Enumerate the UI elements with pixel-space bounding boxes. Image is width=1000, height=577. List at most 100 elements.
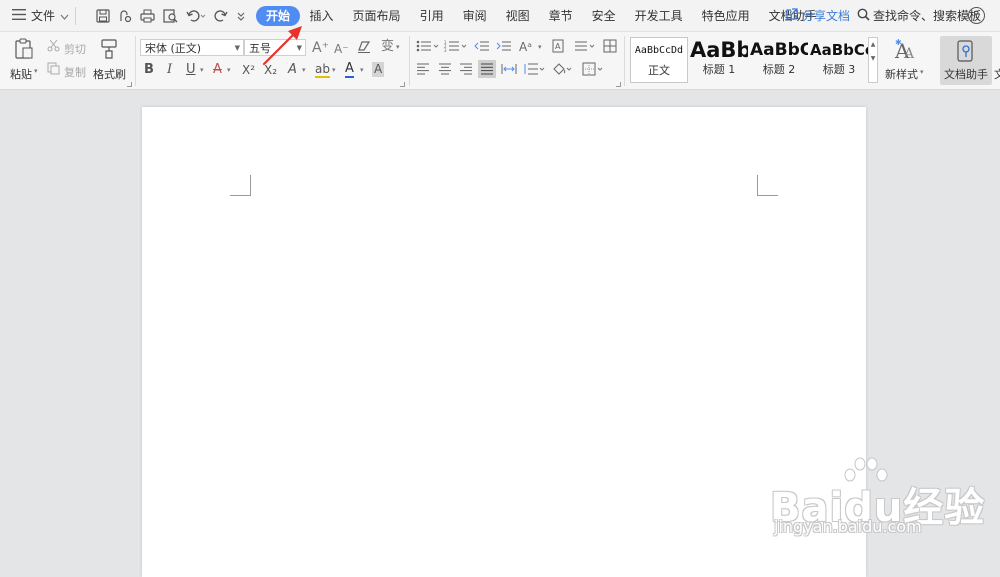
- style-label: 标题 1: [702, 63, 736, 76]
- chevron-down-icon[interactable]: ▾: [396, 43, 400, 51]
- align-left-icon[interactable]: [416, 63, 430, 80]
- underline-button[interactable]: U: [186, 62, 196, 78]
- distribute-icon[interactable]: [501, 63, 517, 80]
- tab-special-apps[interactable]: 特色应用: [692, 6, 759, 26]
- chevron-down-icon: [60, 9, 69, 23]
- font-color-button[interactable]: A: [345, 61, 354, 78]
- italic-button[interactable]: I: [167, 62, 172, 78]
- style-sample: AaBb: [690, 38, 748, 62]
- shading-icon[interactable]: [552, 62, 574, 81]
- help-icon[interactable]: ?: [968, 7, 985, 24]
- svg-text:3: 3: [444, 48, 447, 52]
- file-menu-button[interactable]: 文件: [12, 7, 69, 24]
- chevron-down-icon: ▼: [234, 44, 240, 52]
- styles-gallery: AaBbCcDd 正文 AaBb 标题 1 AaBbC 标题 2 AaBbCc …: [628, 37, 878, 83]
- bullet-list-icon[interactable]: [416, 40, 442, 57]
- superscript-button[interactable]: X²: [242, 62, 255, 78]
- tab-review[interactable]: 审阅: [453, 6, 496, 26]
- watermark-url: jingyan.baidu.com: [774, 517, 922, 536]
- paragraph-spacing-icon[interactable]: [523, 63, 545, 80]
- styles-gallery-scroll[interactable]: ▲ ▼: [868, 37, 878, 83]
- tab-developer[interactable]: 开发工具: [625, 6, 692, 26]
- chevron-down-icon[interactable]: ▾: [227, 66, 231, 74]
- format-painter-icon[interactable]: [99, 38, 119, 65]
- numbered-list-icon[interactable]: 123: [444, 40, 470, 57]
- style-sample: AaBbCcDd: [634, 45, 684, 56]
- annotation-arrow-icon: [262, 26, 302, 66]
- chevron-down-icon[interactable]: ▾: [200, 66, 204, 74]
- share-document-button[interactable]: 分享文档: [785, 0, 850, 31]
- align-center-icon[interactable]: [438, 63, 452, 80]
- style-normal[interactable]: AaBbCcDd 正文: [630, 37, 688, 83]
- clipboard-dialog-launcher[interactable]: [127, 82, 132, 87]
- undo-icon[interactable]: [186, 9, 206, 23]
- style-label: 标题 3: [822, 63, 856, 76]
- highlight-button[interactable]: ab: [315, 62, 330, 78]
- cut-button[interactable]: 剪切: [64, 41, 86, 57]
- font-dialog-launcher[interactable]: [400, 82, 405, 87]
- tab-chapter[interactable]: 章节: [539, 6, 582, 26]
- tab-page-layout[interactable]: 页面布局: [343, 6, 410, 26]
- paragraph-dialog-launcher[interactable]: [616, 82, 621, 87]
- menu-bar: 文件 开始 插入 页面布局 引用 审阅 视图 章节 安全 开发工具 特色应用 文…: [0, 0, 1000, 32]
- divider: [75, 6, 77, 25]
- copy-icon: [47, 62, 60, 80]
- style-heading-2[interactable]: AaBbC 标题 2: [750, 37, 808, 83]
- chevron-down-icon[interactable]: ▾: [332, 66, 336, 74]
- new-style-button[interactable]: 新样式: [885, 66, 918, 82]
- group-divider: [135, 36, 136, 86]
- change-case-icon[interactable]: Aᵃ: [519, 39, 532, 55]
- ribbon-home: 粘贴 ▾ 剪切 复制 格式刷 宋体 (正文) ▼ 五号 ▼ A⁺ A⁻ 变 ▾ …: [0, 32, 1000, 90]
- export-icon[interactable]: [118, 9, 132, 23]
- tab-view[interactable]: 视图: [496, 6, 539, 26]
- group-divider: [409, 36, 410, 86]
- shrink-font-icon[interactable]: A⁻: [334, 41, 349, 57]
- svg-text:A: A: [555, 42, 561, 51]
- tab-references[interactable]: 引用: [410, 6, 453, 26]
- ribbon-tabs: 开始 插入 页面布局 引用 审阅 视图 章节 安全 开发工具 特色应用 文档助手: [256, 5, 826, 26]
- format-painter-button[interactable]: 格式刷: [93, 66, 126, 82]
- strikethrough-button[interactable]: A: [213, 62, 222, 78]
- command-search[interactable]: 查找命令、搜索模板: [857, 0, 981, 31]
- tab-home[interactable]: 开始: [256, 5, 301, 26]
- customize-toolbar-icon[interactable]: [236, 10, 246, 22]
- justify-icon[interactable]: [478, 60, 496, 78]
- align-right-icon[interactable]: [459, 63, 473, 80]
- chevron-down-icon[interactable]: ▾: [920, 68, 924, 76]
- style-heading-3[interactable]: AaBbCc 标题 3: [810, 37, 868, 83]
- font-name-dropdown[interactable]: 宋体 (正文) ▼: [140, 39, 244, 56]
- chevron-down-icon[interactable]: ▾: [360, 66, 364, 74]
- phonetic-guide-icon[interactable]: 变: [381, 39, 394, 55]
- style-heading-1[interactable]: AaBb 标题 1: [690, 37, 748, 83]
- paste-dropdown-icon[interactable]: ▾: [34, 67, 38, 75]
- table-grid-icon[interactable]: [603, 39, 617, 58]
- chevron-down-icon[interactable]: ▾: [538, 43, 542, 51]
- copy-button[interactable]: 复制: [64, 64, 86, 80]
- ribbon-overflow-label[interactable]: 文: [994, 66, 1000, 82]
- grow-font-icon[interactable]: A⁺: [312, 40, 329, 56]
- character-shading-button[interactable]: A: [372, 62, 385, 77]
- print-icon[interactable]: [140, 9, 155, 23]
- doc-assistant-button[interactable]: 文档助手: [940, 36, 992, 85]
- increase-indent-icon[interactable]: [496, 40, 512, 57]
- paste-icon[interactable]: [14, 38, 34, 65]
- new-style-icon[interactable]: A A ✱: [893, 38, 919, 65]
- baidu-watermark: Baidu经验 jingyan.baidu.com: [770, 455, 990, 545]
- save-icon[interactable]: [96, 8, 110, 23]
- line-spacing-icon[interactable]: [574, 39, 596, 58]
- clear-format-icon[interactable]: [356, 40, 372, 59]
- quick-access-toolbar: [96, 8, 246, 23]
- tab-security[interactable]: 安全: [582, 6, 625, 26]
- margin-mark-left: [230, 175, 251, 196]
- bold-button[interactable]: B: [144, 62, 154, 78]
- group-divider: [624, 36, 625, 86]
- scissors-icon: [47, 39, 60, 57]
- print-preview-icon[interactable]: [163, 8, 178, 23]
- redo-icon[interactable]: [214, 9, 228, 23]
- decrease-indent-icon[interactable]: [474, 40, 490, 57]
- borders-icon[interactable]: [582, 62, 606, 81]
- paste-button[interactable]: 粘贴: [10, 66, 32, 82]
- tab-insert[interactable]: 插入: [300, 6, 343, 26]
- chinese-layout-icon[interactable]: A: [551, 39, 565, 58]
- file-menu-label: 文件: [31, 9, 56, 23]
